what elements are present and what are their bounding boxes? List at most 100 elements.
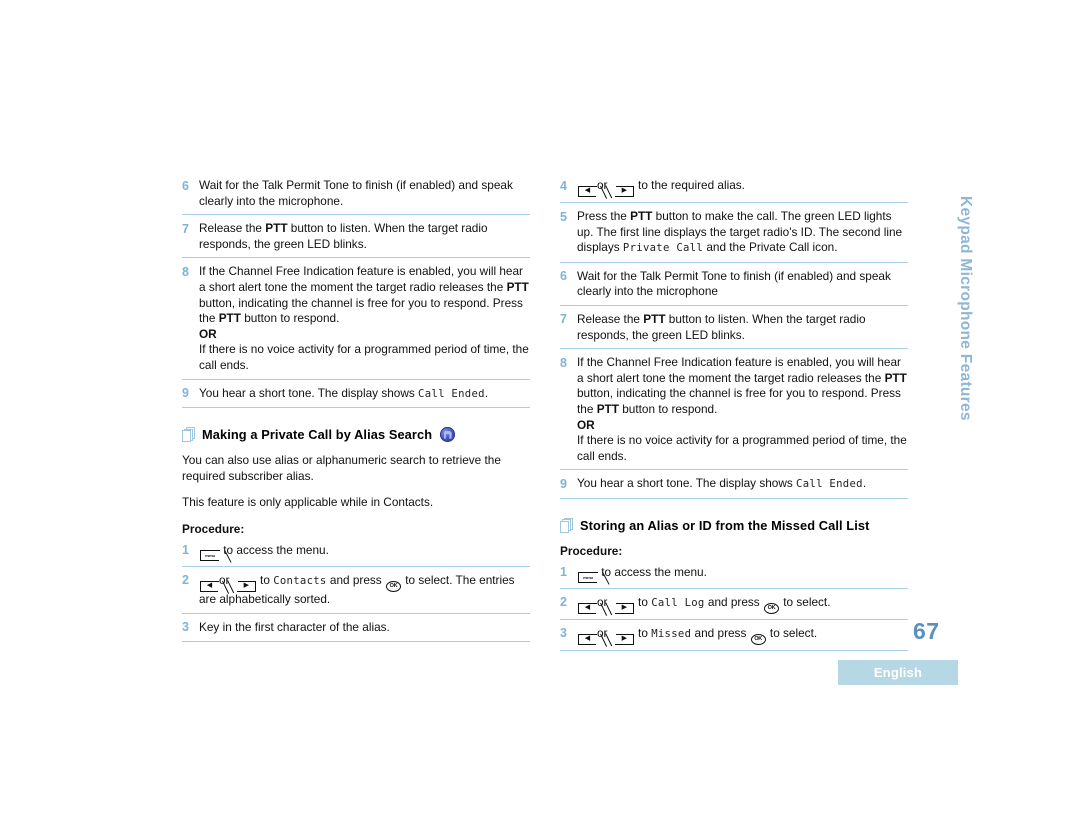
display-text: Private Call (622, 242, 704, 255)
step-text: Wait for the Talk Permit Tone to finish … (199, 178, 530, 209)
right-steps-list: 4 ◀ or ▶ to the required alias. 5 Press the … (560, 178, 908, 499)
step-text: ◀ or ▶ to the required alias. (577, 178, 908, 198)
right-arrow-key-icon: ▶ (615, 186, 634, 198)
body-text: Wait for the Talk Permit Tone to finish … (199, 178, 513, 208)
procedure-step: 3 ◀ or ▶ to Missed and press OK to select. (560, 626, 908, 651)
body-text: to access the menu. (220, 542, 329, 557)
body-text: If the Channel Free Indication feature i… (577, 355, 901, 385)
step-text: Wait for the Talk Permit Tone to finish … (577, 269, 908, 300)
step-text: menu to access the menu. (199, 543, 530, 561)
step-number: 3 (560, 626, 567, 641)
right-arrow-key-icon: ▶ (615, 602, 634, 615)
step-number: 8 (560, 355, 567, 370)
left-arrow-key-icon: ◀ (578, 633, 597, 645)
left-section: Making a Private Call by Alias Search You… (182, 427, 530, 642)
right-section-heading: Storing an Alias or ID from the Missed C… (560, 517, 908, 533)
emphasis-text: PTT (596, 401, 619, 416)
body-text: button to respond. (240, 311, 340, 326)
body-text: . (862, 476, 867, 491)
section-title: Storing an Alias or ID from the Missed C… (580, 517, 870, 533)
left-section-heading: Making a Private Call by Alias Search (182, 427, 530, 443)
procedure-step: 6 Wait for the Talk Permit Tone to finish… (560, 269, 908, 306)
emphasis-text: PTT (265, 221, 288, 236)
procedure-step: 7 Release the PTT button to listen. When … (182, 221, 530, 259)
step-number: 1 (182, 543, 189, 558)
body-text: If the Channel Free Indication feature i… (199, 264, 523, 294)
left-arrow-key-icon: ◀ (578, 185, 597, 197)
emphasis-text: PTT (506, 279, 529, 294)
body-text: Key in the first character of the alias. (199, 619, 390, 634)
display-text: Contacts (273, 574, 327, 587)
body-text: button to respond. (618, 401, 718, 416)
procedure-step: 8 If the Channel Free Indication feature … (560, 355, 908, 471)
right-arrow-key-icon: ▶ (615, 633, 634, 646)
step-number: 8 (182, 264, 189, 279)
procedure-step: 9 You hear a short tone. The display show… (182, 386, 530, 409)
step-number: 3 (182, 620, 189, 634)
step-text: ◀ or ▶ to Contacts and press OK to select… (199, 573, 530, 608)
step-number: 7 (182, 221, 189, 236)
step-number: 2 (182, 573, 189, 588)
body-text: to (256, 572, 274, 587)
emphasis-text: PTT (218, 311, 241, 326)
ok-key-icon: OK (764, 602, 779, 614)
left-steps-list: 6 Wait for the Talk Permit Tone to finish… (182, 178, 530, 409)
side-tab-chapter-label: Keypad Microphone Features (957, 196, 974, 421)
body-text: . (484, 385, 489, 400)
body-text: Release the (199, 221, 266, 236)
procedure-step: 1 menu to access the menu. (182, 543, 530, 567)
body-text: to (634, 594, 652, 609)
procedure-step: 9 You hear a short tone. The display show… (560, 476, 908, 499)
body-text: Wait for the Talk Permit Tone to finish … (577, 268, 891, 299)
section-title: Making a Private Call by Alias Search (202, 427, 433, 443)
step-text: If the Channel Free Indication feature i… (199, 264, 530, 373)
left-arrow-key-icon: ◀ (200, 580, 219, 592)
step-number: 9 (182, 386, 189, 401)
procedure-step: 7 Release the PTT button to listen. When … (560, 312, 908, 350)
step-number: 4 (560, 178, 567, 193)
step-text: Release the PTT button to listen. When t… (199, 221, 530, 252)
left-column: 6 Wait for the Talk Permit Tone to finish… (182, 178, 530, 648)
body-text: and press (704, 594, 763, 609)
procedure-step: 4 ◀ or ▶ to the required alias. (560, 178, 908, 203)
step-text: Release the PTT button to listen. When t… (577, 312, 908, 343)
body-text: You hear a short tone. The display shows (577, 476, 797, 491)
menu-key-icon: menu (578, 571, 598, 583)
body-text: to (634, 625, 652, 640)
procedure-step: 8 If the Channel Free Indication feature … (182, 264, 530, 380)
language-badge: English (838, 660, 958, 685)
stacked-pages-icon (560, 517, 573, 533)
body-text: If there is no voice activity for a prog… (577, 433, 907, 463)
emphasis-text: OR (199, 326, 217, 341)
step-text: Key in the first character of the alias. (199, 620, 530, 636)
procedure-step: 5 Press the PTT button to make the call. … (560, 209, 908, 263)
procedure-label: Procedure: (182, 521, 245, 536)
step-number: 6 (560, 269, 567, 284)
body-text: to the required alias. (634, 178, 745, 192)
ok-key-icon: OK (750, 633, 766, 645)
step-text: ◀ or ▶ to Missed and press OK to select. (577, 625, 908, 646)
left-arrow-key-icon: ◀ (578, 602, 597, 614)
body-text: and press (691, 625, 750, 640)
step-number: 7 (560, 312, 567, 327)
step-number: 2 (560, 595, 567, 610)
procedure-step: 6 Wait for the Talk Permit Tone to finish… (182, 178, 530, 216)
step-number: 9 (560, 476, 567, 491)
procedure-step: 2 ◀ or ▶ to Call Log and press OK to selec… (560, 595, 908, 620)
step-number: 1 (560, 565, 567, 580)
stacked-pages-icon (182, 427, 195, 443)
step-text: You hear a short tone. The display shows… (577, 476, 908, 493)
body-text: to access the menu. (598, 564, 707, 579)
body-text: and the Private Call icon. (703, 240, 838, 255)
section-paragraph: This feature is only applicable while in… (182, 495, 434, 510)
emphasis-text: PTT (643, 311, 666, 326)
ok-key-icon: OK (386, 580, 401, 592)
manual-page: 6 Wait for the Talk Permit Tone to finish… (0, 0, 1080, 834)
emphasis-text: OR (577, 417, 595, 432)
display-text: Call Ended (796, 478, 863, 491)
step-text: You hear a short tone. The display shows… (199, 386, 530, 403)
body-text: to select. (780, 594, 831, 609)
body-text: If there is no voice activity for a prog… (199, 342, 529, 372)
language-label: English (873, 665, 923, 680)
step-number: 6 (182, 178, 189, 193)
